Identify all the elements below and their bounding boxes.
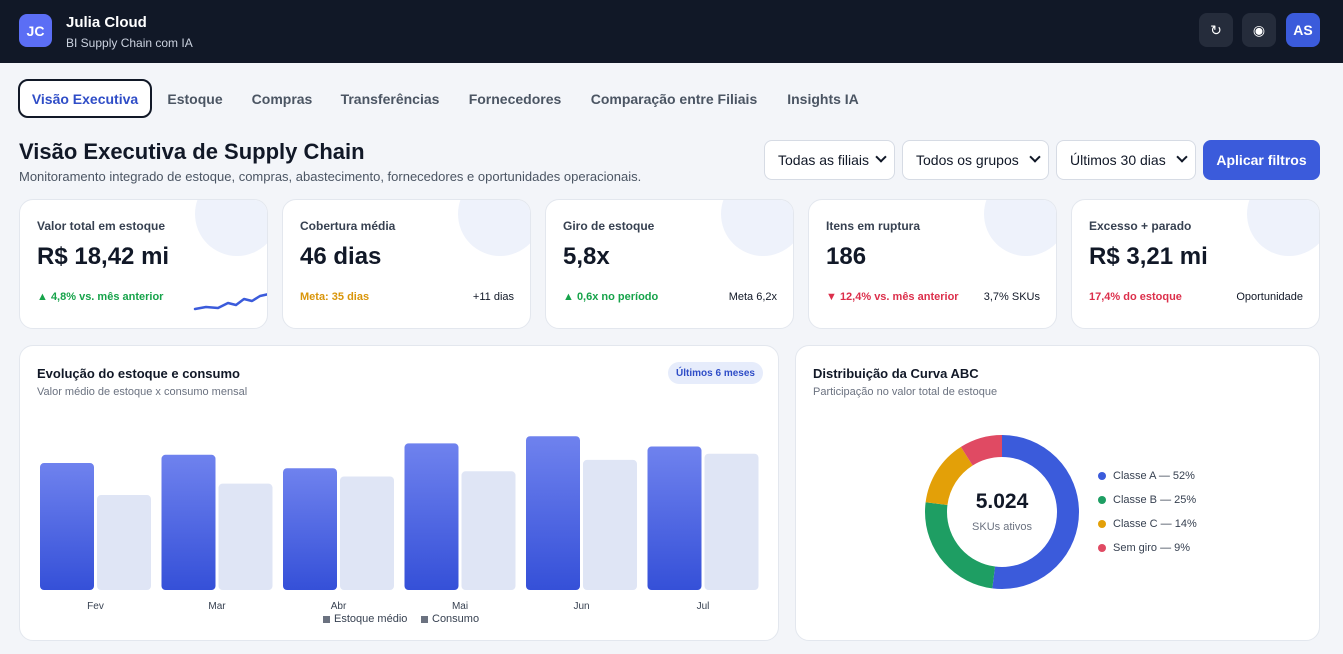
bar-stock-jul [647,446,702,590]
legend-label: Sem giro — 9% [1113,542,1191,554]
donut-center-value: 5.024 [975,490,1029,513]
panel-title: Distribuição da Curva ABC [813,366,979,381]
x-tick-label: Mai [452,601,468,612]
legend-label: Classe A — 52% [1113,470,1195,482]
x-tick-label: Mar [208,601,226,612]
bar-stock-jun [526,436,580,590]
legend-no-turnover: Sem giro — 9% [1098,542,1190,554]
bar-consumption-jul [704,453,759,590]
legend-class-b: Classe B — 25% [1098,494,1196,506]
bar-stock-fev [40,463,94,590]
bar-consumption-abr [340,476,394,590]
legend-dot [1098,544,1106,552]
bar-stock-abr [283,468,337,590]
panel-subtitle: Participação no valor total de estoque [813,386,998,398]
bar-stock-mai [404,443,459,590]
legend-dot [1098,472,1106,480]
bar-consumption-mar [218,483,273,590]
legend-dot [1098,520,1106,528]
legend-label: Estoque médio [334,613,408,625]
bar-stock-mar [161,454,216,590]
x-tick-label: Fev [87,601,104,612]
legend-label: Classe B — 25% [1113,494,1197,506]
x-tick-label: Abr [331,601,347,612]
bar-consumption-mai [461,471,516,590]
legend-dot [1098,496,1106,504]
x-tick-label: Jul [697,601,710,612]
legend-class-a: Classe A — 52% [1098,470,1195,482]
legend-label: Consumo [432,613,480,625]
x-tick-label: Jun [573,601,589,612]
bar-consumption-jun [583,459,637,590]
donut-center-label: SKUs ativos [972,521,1032,533]
legend-label: Classe C — 14% [1113,518,1197,530]
legend-swatch [421,615,428,623]
bar-consumption-fev [97,495,151,590]
legend-stock: Estoque médio [323,613,407,625]
legend-consumption: Consumo [421,613,479,625]
legend-class-c: Classe C — 14% [1098,518,1197,530]
legend-swatch [323,615,330,623]
